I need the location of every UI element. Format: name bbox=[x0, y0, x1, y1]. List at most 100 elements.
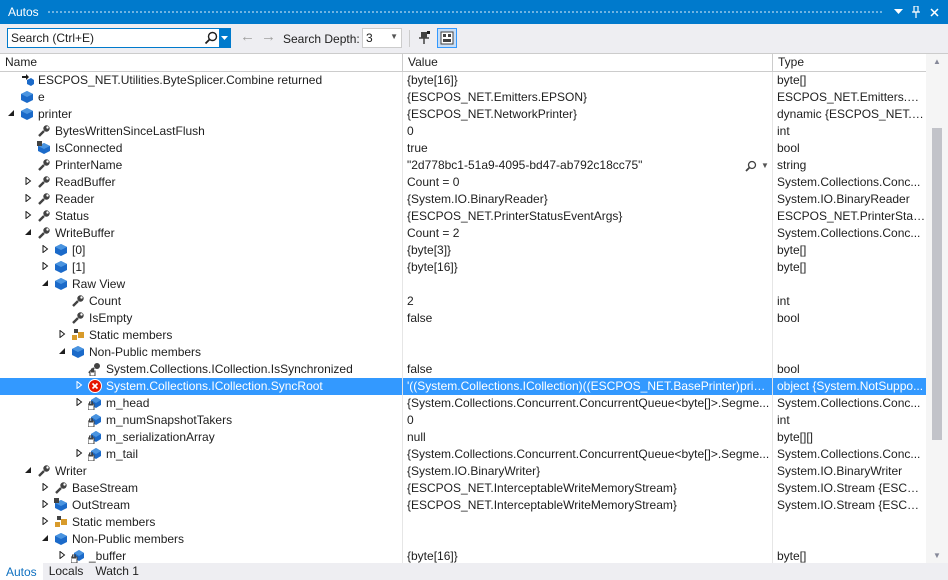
name-cell[interactable]: Writer bbox=[0, 463, 403, 480]
name-cell[interactable]: [0] bbox=[0, 242, 403, 259]
value-cell[interactable] bbox=[403, 276, 773, 293]
table-row[interactable]: ReadBuffer Count = 0 System.Collections.Co… bbox=[0, 174, 926, 191]
name-cell[interactable]: ReadBuffer bbox=[0, 174, 403, 191]
search-forward-icon[interactable]: → bbox=[261, 29, 276, 44]
value-cell[interactable]: false bbox=[403, 361, 773, 378]
name-cell[interactable]: m_numSnapshotTakers bbox=[0, 412, 403, 429]
expand-chevron-icon[interactable] bbox=[23, 193, 33, 204]
expand-chevron-icon[interactable] bbox=[40, 261, 50, 272]
name-cell[interactable]: e bbox=[0, 89, 403, 106]
value-cell[interactable] bbox=[403, 514, 773, 531]
table-row[interactable]: BytesWrittenSinceLastFlush 0 int bbox=[0, 123, 926, 140]
expand-chevron-icon[interactable] bbox=[40, 244, 50, 255]
value-cell[interactable]: {System.IO.BinaryWriter} bbox=[403, 463, 773, 480]
value-cell[interactable]: {ESCPOS_NET.InterceptableWriteMemoryStre… bbox=[403, 497, 773, 514]
table-row[interactable]: IsEmpty false bool bbox=[0, 310, 926, 327]
value-cell[interactable] bbox=[403, 531, 773, 548]
name-cell[interactable]: Non-Public members bbox=[0, 344, 403, 361]
pin-icon[interactable] bbox=[908, 4, 924, 20]
column-header-name[interactable]: Name bbox=[0, 54, 403, 72]
table-row[interactable]: OutStream {ESCPOS_NET.InterceptableWriteM… bbox=[0, 497, 926, 514]
table-row[interactable]: PrinterName "2d778bc1-51a9-4095-bd47-ab79… bbox=[0, 157, 926, 174]
table-row[interactable]: IsConnected true bool bbox=[0, 140, 926, 157]
table-row[interactable]: Count 2 int bbox=[0, 293, 926, 310]
name-cell[interactable]: BytesWrittenSinceLastFlush bbox=[0, 123, 403, 140]
value-cell[interactable]: {ESCPOS_NET.PrinterStatusEventArgs} bbox=[403, 208, 773, 225]
value-cell[interactable] bbox=[403, 344, 773, 361]
text-visualizer-icon[interactable]: ▼ bbox=[745, 159, 771, 172]
scroll-up-icon[interactable]: ▲ bbox=[926, 54, 948, 70]
expand-chevron-icon[interactable] bbox=[23, 210, 33, 221]
value-cell[interactable]: {ESCPOS_NET.InterceptableWriteMemoryStre… bbox=[403, 480, 773, 497]
name-cell[interactable]: [1] bbox=[0, 259, 403, 276]
tab-watch-1[interactable]: Watch 1 bbox=[89, 563, 145, 580]
expand-chevron-icon[interactable] bbox=[74, 448, 84, 459]
expand-chevron-icon[interactable] bbox=[57, 329, 67, 340]
value-cell[interactable]: {System.Collections.Concurrent.Concurren… bbox=[403, 395, 773, 412]
expand-chevron-icon[interactable] bbox=[74, 380, 84, 391]
value-cell[interactable]: {byte[16]} bbox=[403, 259, 773, 276]
value-cell[interactable]: false bbox=[403, 310, 773, 327]
value-cell[interactable]: 0 bbox=[403, 412, 773, 429]
collapse-chevron-icon[interactable] bbox=[6, 109, 16, 119]
name-cell[interactable]: Non-Public members bbox=[0, 531, 403, 548]
tab-autos[interactable]: Autos bbox=[0, 563, 43, 580]
table-row[interactable]: Static members bbox=[0, 327, 926, 344]
name-cell[interactable]: BaseStream bbox=[0, 480, 403, 497]
name-cell[interactable]: Raw View bbox=[0, 276, 403, 293]
table-row[interactable]: Reader {System.IO.BinaryReader} System.IO.… bbox=[0, 191, 926, 208]
value-cell[interactable]: '((System.Collections.ICollection)((ESCP… bbox=[403, 378, 773, 395]
value-cell[interactable]: Count = 2 bbox=[403, 225, 773, 242]
expand-chevron-icon[interactable] bbox=[57, 550, 67, 561]
table-row[interactable]: BaseStream {ESCPOS_NET.InterceptableWrite… bbox=[0, 480, 926, 497]
name-cell[interactable]: m_head bbox=[0, 395, 403, 412]
name-cell[interactable]: ESCPOS_NET.Utilities.ByteSplicer.Combine… bbox=[0, 72, 403, 89]
table-row[interactable]: WriteBuffer Count = 2 System.Collections.C… bbox=[0, 225, 926, 242]
table-row[interactable]: [0] {byte[3]} byte[] bbox=[0, 242, 926, 259]
table-row[interactable]: Non-Public members bbox=[0, 344, 926, 361]
tab-locals[interactable]: Locals bbox=[43, 563, 90, 580]
table-row[interactable]: System.Collections.ICollection.IsSynchro… bbox=[0, 361, 926, 378]
vertical-scrollbar[interactable]: ▲ ▼ bbox=[926, 54, 948, 563]
table-row[interactable]: printer {ESCPOS_NET.NetworkPrinter} dynami… bbox=[0, 106, 926, 123]
table-row[interactable]: [1] {byte[16]} byte[] bbox=[0, 259, 926, 276]
value-cell[interactable]: Count = 0 bbox=[403, 174, 773, 191]
expand-chevron-icon[interactable] bbox=[40, 482, 50, 493]
name-cell[interactable]: System.Collections.ICollection.SyncRoot bbox=[0, 378, 403, 395]
table-row[interactable]: e {ESCPOS_NET.Emitters.EPSON} ESCPOS_NET.E… bbox=[0, 89, 926, 106]
value-cell[interactable]: {byte[16]} bbox=[403, 548, 773, 563]
name-cell[interactable]: _buffer bbox=[0, 548, 403, 563]
scroll-down-icon[interactable]: ▼ bbox=[926, 548, 948, 563]
expand-chevron-icon[interactable] bbox=[23, 176, 33, 187]
search-depth-select[interactable]: 3 ▼ bbox=[362, 28, 402, 48]
table-row[interactable]: m_head {System.Collections.Concurrent.Con… bbox=[0, 395, 926, 412]
name-cell[interactable]: printer bbox=[0, 106, 403, 123]
table-row[interactable]: Raw View bbox=[0, 276, 926, 293]
table-row[interactable]: System.Collections.ICollection.SyncRoot '… bbox=[0, 378, 926, 395]
search-options-dropdown-icon[interactable] bbox=[219, 29, 230, 47]
value-cell[interactable] bbox=[403, 327, 773, 344]
value-cell[interactable]: 0 bbox=[403, 123, 773, 140]
name-cell[interactable]: m_serializationArray bbox=[0, 429, 403, 446]
table-row[interactable]: Writer {System.IO.BinaryWriter} System.IO.… bbox=[0, 463, 926, 480]
name-cell[interactable]: m_tail bbox=[0, 446, 403, 463]
name-cell[interactable]: Count bbox=[0, 293, 403, 310]
search-backward-icon[interactable]: ← bbox=[240, 29, 255, 44]
name-cell[interactable]: Reader bbox=[0, 191, 403, 208]
table-row[interactable]: m_tail {System.Collections.Concurrent.Con… bbox=[0, 446, 926, 463]
value-cell[interactable]: {ESCPOS_NET.Emitters.EPSON} bbox=[403, 89, 773, 106]
pin-to-source-icon[interactable] bbox=[414, 28, 434, 48]
search-input[interactable] bbox=[8, 31, 198, 45]
value-cell[interactable]: {byte[3]} bbox=[403, 242, 773, 259]
value-cell[interactable]: {System.IO.BinaryReader} bbox=[403, 191, 773, 208]
table-row[interactable]: _buffer {byte[16]} byte[] bbox=[0, 548, 926, 563]
name-cell[interactable]: WriteBuffer bbox=[0, 225, 403, 242]
name-cell[interactable]: System.Collections.ICollection.IsSynchro… bbox=[0, 361, 403, 378]
expand-chevron-icon[interactable] bbox=[40, 499, 50, 510]
value-cell[interactable]: 2 bbox=[403, 293, 773, 310]
name-cell[interactable]: Status bbox=[0, 208, 403, 225]
table-row[interactable]: m_serializationArray null byte[][] bbox=[0, 429, 926, 446]
search-box[interactable] bbox=[7, 28, 231, 48]
collapse-chevron-icon[interactable] bbox=[23, 228, 33, 238]
value-cell[interactable]: null bbox=[403, 429, 773, 446]
